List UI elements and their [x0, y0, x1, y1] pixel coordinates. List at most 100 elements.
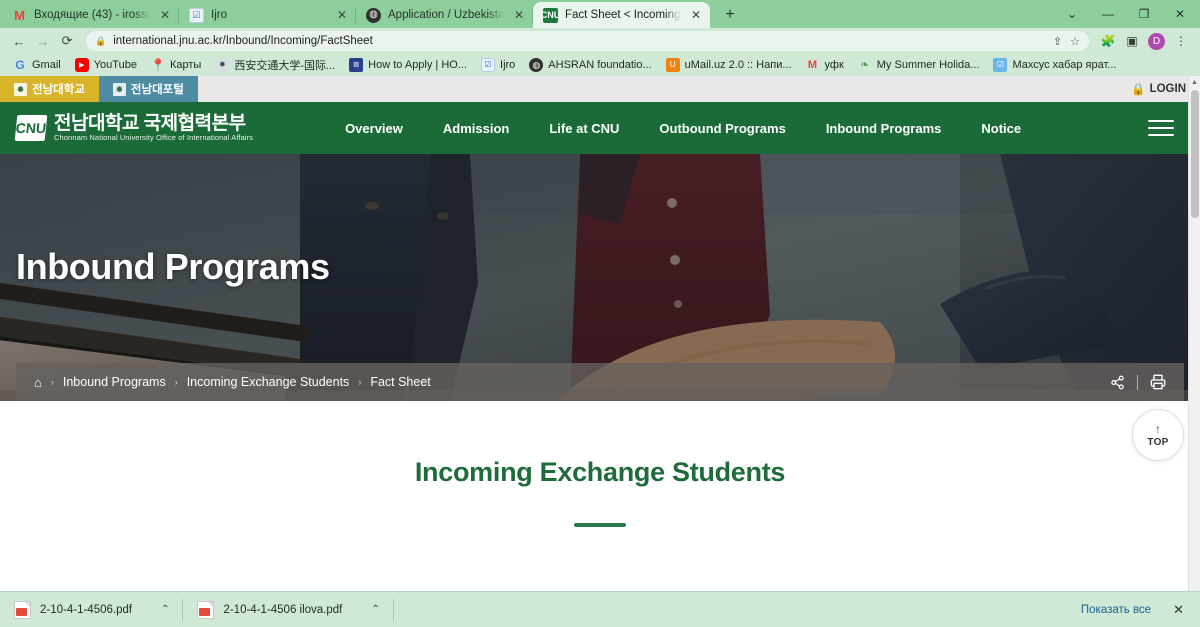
hero-title: Inbound Programs [16, 246, 330, 287]
breadcrumb-item-fact-sheet: Fact Sheet [370, 375, 431, 389]
login-label: LOGIN [1149, 83, 1186, 95]
logo-korean-text: 전남대학교 국제협력본부 [54, 113, 246, 135]
gmail-icon: M [14, 7, 25, 23]
cnu-mark-icon: ✹ [112, 82, 126, 96]
bookmark-item[interactable]: 📍 Карты [144, 55, 208, 75]
chevron-up-icon[interactable]: ⌃ [161, 604, 169, 615]
bookmark-label: Махсус хабар ярат... [1012, 59, 1117, 71]
breadcrumb-item-incoming-exchange-students[interactable]: Incoming Exchange Students [187, 375, 350, 389]
pdf-file-icon [197, 600, 215, 619]
bookmark-label: 西安交通大学-国际... [234, 60, 336, 72]
bookmark-label: Карты [169, 59, 202, 71]
nav-item-admission[interactable]: Admission [423, 121, 529, 136]
title-underline [574, 523, 626, 527]
utility-link-jnu[interactable]: ✹ 전남대학교 [0, 76, 99, 102]
browser-tab-active[interactable]: CNU Fact Sheet < Incoming Exchange ✕ [533, 2, 710, 28]
printer-icon[interactable] [1150, 374, 1166, 390]
url-text: international.jnu.ac.kr/Inbound/Incoming… [113, 35, 373, 47]
breadcrumb-bar: ⌂ › Inbound Programs › Incoming Exchange… [16, 363, 1184, 401]
site-logo[interactable]: CNU 전남대학교 국제협력본부 Chonnam National Univer… [0, 114, 253, 142]
forward-icon[interactable]: → [32, 30, 54, 52]
ijro-icon: ☑ [481, 58, 496, 72]
gmail-icon: M [807, 58, 818, 71]
download-item[interactable]: 2-10-4-1-4506 ilova.pdf ⌃ [183, 592, 395, 627]
bookmark-label: How to Apply | HO... [368, 59, 468, 71]
download-shelf-actions: Показать все ✕ [1071, 601, 1200, 619]
bookmark-item[interactable]: ☑ Ijro [474, 55, 522, 75]
form-icon: ☑ [993, 58, 1008, 72]
download-filename: 2-10-4-1-4506.pdf [40, 603, 133, 616]
hamburger-menu-icon[interactable] [1148, 120, 1174, 136]
home-icon[interactable]: ⌂ [34, 375, 42, 390]
nav-item-notice[interactable]: Notice [961, 121, 1041, 136]
tab-title: Application / Uzbekistan - JDS [388, 9, 504, 21]
new-tab-button[interactable]: + [716, 2, 744, 28]
nav-item-outbound-programs[interactable]: Outbound Programs [639, 121, 805, 136]
side-panel-icon[interactable]: ▣ [1121, 30, 1143, 52]
share-icon[interactable]: ⇪ [1053, 35, 1062, 48]
bookmark-item[interactable]: ▶ YouTube [68, 55, 144, 75]
breadcrumb-item-inbound-programs[interactable]: Inbound Programs [63, 375, 166, 389]
tab-strip: M Входящие (43) - irossu1420@gm ✕ ☑ Ijro… [0, 0, 1200, 28]
breadcrumb-separator: › [358, 377, 362, 387]
browser-tab[interactable]: ☑ Ijro ✕ [179, 2, 356, 28]
ijro-icon: ☑ [189, 7, 204, 23]
pdf-file-icon [14, 600, 31, 619]
jnu-icon: CNU [543, 7, 558, 23]
bookmark-item[interactable]: ❧ My Summer Holida... [851, 55, 987, 75]
tab-close-icon[interactable]: ✕ [688, 7, 704, 23]
top-button-label: TOP [1147, 436, 1169, 448]
hero-banner: Inbound Programs ⌂ › Inbound Programs › … [0, 154, 1200, 401]
utility-link-portal[interactable]: ✹ 전남대포털 [98, 76, 198, 102]
reload-icon[interactable]: ⟳ [56, 30, 78, 52]
download-item[interactable]: 2-10-4-1-4506.pdf ⌃ [0, 592, 184, 627]
bookmark-item[interactable]: G Gmail [6, 55, 68, 75]
bookmark-item[interactable]: ☑ Махсус хабар ярат... [986, 55, 1123, 75]
chevron-up-icon[interactable]: ⌃ [371, 604, 379, 615]
back-icon[interactable]: ← [8, 30, 30, 52]
tab-title: Входящие (43) - irossu1420@gm [34, 9, 150, 21]
tab-close-icon[interactable]: ✕ [157, 7, 173, 23]
nav-item-inbound-programs[interactable]: Inbound Programs [806, 121, 962, 136]
tab-search-icon[interactable]: ⌄ [1054, 0, 1090, 28]
minimize-icon[interactable]: — [1090, 0, 1126, 28]
bookmark-label: uMail.uz 2.0 :: Напи... [684, 59, 792, 71]
show-all-downloads-button[interactable]: Показать все [1071, 601, 1161, 619]
bookmark-label: My Summer Holida... [876, 59, 980, 71]
close-shelf-icon[interactable]: ✕ [1167, 602, 1190, 618]
page-scrollbar[interactable]: ▲ [1188, 76, 1200, 591]
nav-item-overview[interactable]: Overview [325, 121, 423, 136]
bookmark-item[interactable]: ◍ AHSRAN foundatio... [522, 55, 658, 75]
download-filename: 2-10-4-1-4506 ilova.pdf [223, 603, 343, 616]
nav-item-life-at-cnu[interactable]: Life at CNU [529, 121, 639, 136]
bookmark-star-icon[interactable]: ☆ [1070, 35, 1080, 48]
profile-avatar[interactable]: D [1148, 32, 1165, 50]
utility-link-label: 전남대포털 [130, 84, 184, 96]
bookmark-item[interactable]: U uMail.uz 2.0 :: Напи... [659, 55, 799, 75]
utility-link-label: 전남대학교 [32, 84, 85, 96]
chrome-menu-icon[interactable]: ⋮ [1170, 30, 1192, 52]
lock-icon: 🔒 [1131, 84, 1146, 96]
browser-tab[interactable]: ◍ Application / Uzbekistan - JDS ✕ [356, 2, 533, 28]
bookmark-label: Gmail [32, 59, 61, 71]
extensions-icon[interactable]: 🧩 [1097, 30, 1119, 52]
share-icon[interactable] [1110, 375, 1125, 390]
maximize-icon[interactable]: ❐ [1126, 0, 1162, 28]
scroll-up-arrow-icon[interactable]: ▲ [1189, 76, 1200, 88]
bookmark-item[interactable]: M уфк [799, 55, 851, 75]
scroll-to-top-button[interactable]: ↑ TOP [1132, 409, 1184, 461]
bookmark-item[interactable]: ✹ 西安交通大学-国际... [208, 55, 342, 75]
bookmark-label: AHSRAN foundatio... [548, 59, 652, 71]
toolbar-divider [1137, 374, 1138, 390]
tab-close-icon[interactable]: ✕ [511, 7, 527, 23]
tab-title: Fact Sheet < Incoming Exchange [565, 9, 681, 21]
browser-tab[interactable]: M Входящие (43) - irossu1420@gm ✕ [2, 2, 179, 28]
maps-pin-icon: 📍 [150, 58, 165, 72]
bookmark-item[interactable]: ▨ How to Apply | HO... [342, 55, 474, 75]
cnu-logo-icon: CNU [14, 115, 48, 141]
scrollbar-thumb[interactable] [1191, 90, 1199, 218]
address-bar[interactable]: 🔒 international.jnu.ac.kr/Inbound/Incomi… [86, 31, 1089, 51]
page-viewport: ✹ 전남대학교 ✹ 전남대포털 🔒 LOGIN CNU 전남대학교 국제협력본부… [0, 76, 1200, 591]
close-window-icon[interactable]: ✕ [1162, 0, 1198, 28]
tab-close-icon[interactable]: ✕ [334, 7, 350, 23]
